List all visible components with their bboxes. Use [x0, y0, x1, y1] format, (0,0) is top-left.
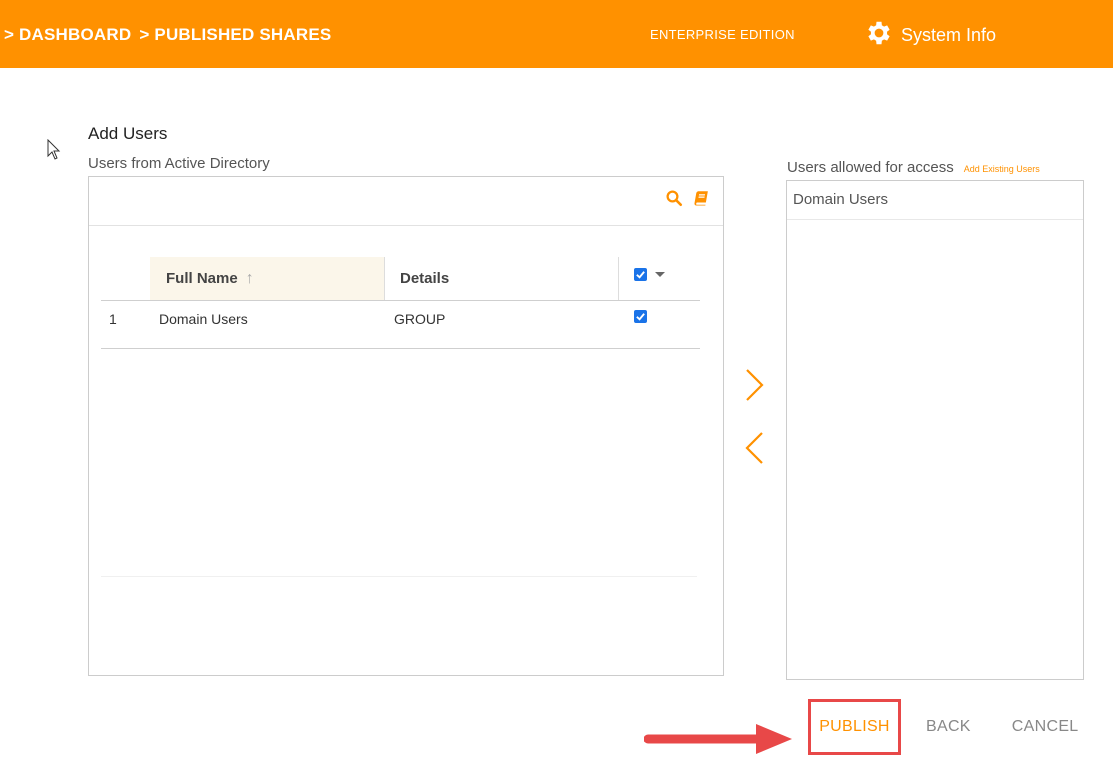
top-bar: > DASHBOARD > PUBLISHED SHARES ENTERPRIS…: [0, 0, 1113, 68]
chevron-left-icon[interactable]: [743, 430, 767, 466]
back-button[interactable]: BACK: [926, 718, 971, 736]
gear-icon: [864, 18, 894, 53]
arrow-up-icon: ↑: [245, 269, 254, 287]
column-full-name[interactable]: Full Name ↑: [150, 257, 385, 300]
cancel-button[interactable]: CANCEL: [1012, 718, 1079, 736]
allowed-users-panel: Domain Users: [786, 180, 1084, 680]
list-item[interactable]: Domain Users: [787, 181, 1083, 220]
breadcrumb: > DASHBOARD > PUBLISHED SHARES: [4, 25, 331, 45]
users-grid: Full Name ↑ Details 1 Domain Users GROUP: [101, 257, 700, 349]
row-full-name: Domain Users: [159, 311, 248, 327]
column-full-name-label: Full Name: [166, 270, 238, 287]
grid-header: Full Name ↑ Details: [101, 257, 700, 301]
edition-label: ENTERPRISE EDITION: [650, 27, 795, 42]
system-info-link[interactable]: System Info: [864, 18, 996, 53]
table-row[interactable]: 1 Domain Users GROUP: [101, 301, 700, 349]
annotation-arrow-icon: [644, 724, 792, 754]
toolbar-divider: [89, 225, 723, 226]
allowed-users-label: Users allowed for access: [787, 159, 954, 176]
grid-bottom-divider: [101, 576, 697, 577]
row-select: [619, 301, 700, 348]
column-select: [619, 257, 700, 300]
search-icon[interactable]: [665, 189, 683, 207]
row-checkbox[interactable]: [634, 310, 647, 323]
publish-button[interactable]: PUBLISH: [808, 699, 901, 755]
panel-toolbar: [665, 189, 709, 207]
ad-users-label: Users from Active Directory: [88, 155, 270, 172]
row-number: 1: [109, 311, 117, 327]
page-title: Add Users: [88, 124, 168, 143]
action-bar: PUBLISH BACK CANCEL: [808, 699, 1079, 755]
row-details: GROUP: [394, 311, 446, 327]
chevron-right-icon[interactable]: [743, 367, 767, 403]
breadcrumb-published-shares[interactable]: > PUBLISHED SHARES: [139, 25, 331, 45]
allowed-users-label-row: Users allowed for access Add Existing Us…: [787, 159, 1040, 176]
select-all-checkbox[interactable]: [634, 268, 647, 281]
add-existing-users-link[interactable]: Add Existing Users: [964, 164, 1040, 174]
system-info-label: System Info: [901, 25, 997, 45]
column-number: [101, 257, 150, 300]
ad-users-panel: Full Name ↑ Details 1 Domain Users GROUP: [88, 176, 724, 676]
mouse-cursor-icon: [47, 139, 61, 160]
book-icon[interactable]: [691, 189, 709, 207]
chevron-down-icon[interactable]: [655, 272, 665, 277]
column-details[interactable]: Details: [385, 257, 619, 300]
breadcrumb-dashboard[interactable]: > DASHBOARD: [4, 25, 131, 45]
